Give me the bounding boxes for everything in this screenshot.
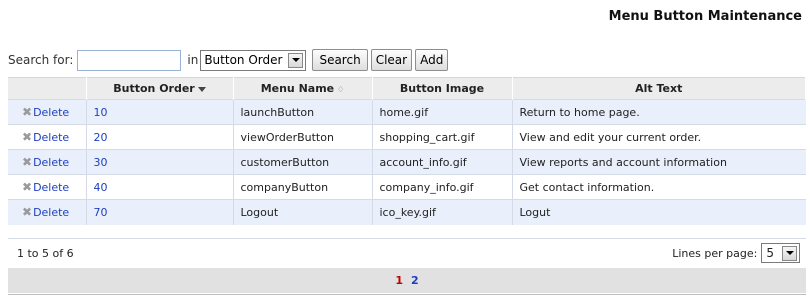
- delete-link[interactable]: Delete: [33, 181, 69, 194]
- search-field-select[interactable]: Button Order: [200, 49, 307, 71]
- cell-menu-name: customerButton: [233, 149, 373, 175]
- cell-alt-text: Get contact information.: [512, 174, 806, 200]
- cell-alt-text: View reports and account information: [512, 149, 806, 175]
- record-range: 1 to 5 of 6: [17, 246, 74, 260]
- search-bar: Search for: in Button Order Search Clear…: [8, 48, 449, 72]
- table-row: ✖Delete 70 Logout ico_key.gif Logut: [8, 199, 806, 225]
- column-header-menu-name[interactable]: Menu Name ♢: [233, 77, 373, 100]
- table-row: ✖Delete 30 customerButton account_info.gif V…: [8, 149, 806, 175]
- delete-link[interactable]: Delete: [33, 206, 69, 219]
- delete-cell: ✖Delete: [8, 149, 87, 175]
- button-order-link[interactable]: 70: [94, 206, 108, 219]
- cell-button-image: account_info.gif: [372, 149, 513, 175]
- table-row: ✖Delete 10 launchButton home.gif Return to h…: [8, 99, 806, 125]
- table-header-row: Button Order Menu Name ♢ Button Image Alt…: [8, 77, 806, 100]
- clear-button[interactable]: Clear: [370, 49, 413, 71]
- table-row: ✖Delete 20 viewOrderButton shopping_cart.gi…: [8, 124, 806, 150]
- button-order-link[interactable]: 40: [94, 181, 108, 194]
- cell-button-order: 40: [86, 174, 234, 200]
- page-title: Menu Button Maintenance: [608, 9, 802, 24]
- delete-cell: ✖Delete: [8, 124, 87, 150]
- cell-menu-name: Logout: [233, 199, 373, 225]
- button-order-link[interactable]: 10: [94, 106, 108, 119]
- search-field-value: Button Order: [204, 53, 283, 67]
- column-header-alt-text[interactable]: Alt Text: [512, 77, 806, 100]
- delete-link[interactable]: Delete: [33, 131, 69, 144]
- cell-menu-name: companyButton: [233, 174, 373, 200]
- lines-per-page-select[interactable]: 5: [761, 243, 800, 263]
- column-header-label: Button Order: [113, 82, 195, 95]
- search-input[interactable]: [77, 49, 182, 71]
- column-header-actions: [8, 77, 87, 100]
- delete-icon[interactable]: ✖: [22, 105, 32, 119]
- chevron-down-icon[interactable]: [782, 245, 797, 261]
- cell-button-order: 20: [86, 124, 234, 150]
- cell-button-image: shopping_cart.gif: [372, 124, 513, 150]
- lines-per-page-value: 5: [766, 246, 774, 260]
- cell-button-image: home.gif: [372, 99, 513, 125]
- cell-menu-name: viewOrderButton: [233, 124, 373, 150]
- delete-link[interactable]: Delete: [33, 106, 69, 119]
- chevron-down-icon[interactable]: [288, 52, 304, 68]
- delete-cell: ✖Delete: [8, 199, 87, 225]
- table-footer: 1 to 5 of 6 Lines per page: 5: [8, 238, 806, 267]
- cell-button-image: company_info.gif: [372, 174, 513, 200]
- cell-button-order: 10: [86, 99, 234, 125]
- delete-cell: ✖Delete: [8, 174, 87, 200]
- column-header-button-image[interactable]: Button Image: [372, 77, 513, 100]
- add-button[interactable]: Add: [415, 49, 449, 71]
- cell-button-order: 30: [86, 149, 234, 175]
- pagination: 1 2: [8, 268, 806, 293]
- cell-button-image: ico_key.gif: [372, 199, 513, 225]
- delete-icon[interactable]: ✖: [22, 205, 32, 219]
- cell-alt-text: Return to home page.: [512, 99, 806, 125]
- delete-icon[interactable]: ✖: [22, 180, 32, 194]
- cell-alt-text: Logut: [512, 199, 806, 225]
- divider: [8, 294, 806, 295]
- button-order-link[interactable]: 20: [94, 131, 108, 144]
- search-button[interactable]: Search: [312, 49, 368, 71]
- page-link[interactable]: 2: [411, 274, 419, 287]
- search-label: Search for:: [8, 53, 74, 67]
- delete-icon[interactable]: ✖: [22, 130, 32, 144]
- column-header-button-order[interactable]: Button Order: [86, 77, 234, 100]
- sort-unsorted-icon: ♢: [337, 84, 345, 94]
- lines-per-page-label: Lines per page:: [672, 246, 758, 260]
- delete-cell: ✖Delete: [8, 99, 87, 125]
- button-order-link[interactable]: 30: [94, 156, 108, 169]
- table-row: ✖Delete 40 companyButton company_info.gif Ge…: [8, 174, 806, 200]
- delete-icon[interactable]: ✖: [22, 155, 32, 169]
- column-header-label: Menu Name: [260, 82, 335, 95]
- current-page: 1: [395, 274, 403, 287]
- menu-button-table: Button Order Menu Name ♢ Button Image Alt…: [8, 77, 806, 225]
- cell-alt-text: View and edit your current order.: [512, 124, 806, 150]
- delete-link[interactable]: Delete: [33, 156, 69, 169]
- cell-menu-name: launchButton: [233, 99, 373, 125]
- lines-per-page: Lines per page: 5: [672, 243, 800, 263]
- in-label: in: [187, 53, 199, 67]
- sort-descending-icon: [197, 86, 206, 92]
- cell-button-order: 70: [86, 199, 234, 225]
